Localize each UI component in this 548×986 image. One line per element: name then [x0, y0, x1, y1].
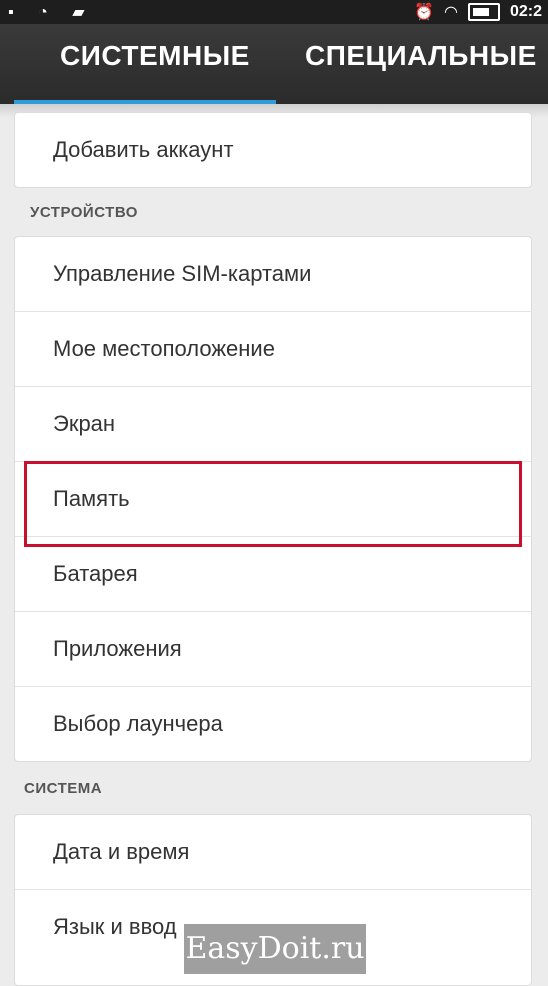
status-bar: ▪ ◔ ▰ ⏰ ◠ 02:2 [0, 0, 548, 24]
list-item-label: Управление SIM-картами [53, 261, 312, 286]
tab-bar: СИСТЕМНЫЕ СПЕЦИАЛЬНЫЕ [0, 24, 548, 104]
sim-management-item[interactable]: Управление SIM-картами [15, 237, 531, 312]
display-item[interactable]: Экран [15, 387, 531, 462]
add-account-label: Добавить аккаунт [53, 137, 234, 162]
storage-item[interactable]: Память [15, 462, 531, 537]
list-item-label: Батарея [53, 561, 138, 586]
status-time: 02:2 [509, 3, 542, 20]
my-location-item[interactable]: Мое местоположение [15, 312, 531, 387]
section-system-title: СИСТЕМА [24, 780, 103, 797]
section-device-title: УСТРОЙСТВО [30, 204, 138, 221]
battery-icon [467, 3, 500, 21]
list-item-label: Выбор лаунчера [53, 711, 223, 736]
list-item-label: Язык и ввод [53, 914, 177, 939]
device-card: Управление SIM-картами Мое местоположени… [14, 236, 532, 762]
add-account-item[interactable]: Добавить аккаунт [15, 113, 531, 187]
wifi-icon: ◠ [444, 4, 458, 21]
tab-system[interactable]: СИСТЕМНЫЕ [60, 40, 250, 72]
list-item-label: Мое местоположение [53, 336, 275, 361]
apps-item[interactable]: Приложения [15, 612, 531, 687]
date-time-item[interactable]: Дата и время [15, 815, 531, 890]
watermark: EasyDoit.ru [184, 924, 366, 974]
list-item-label: Память [53, 486, 130, 511]
launcher-choice-item[interactable]: Выбор лаунчера [15, 687, 531, 761]
list-item-label: Приложения [53, 636, 182, 661]
alarm-icon: ⏰ [414, 4, 434, 21]
tab-special[interactable]: СПЕЦИАЛЬНЫЕ [305, 40, 537, 72]
accounts-card: Добавить аккаунт [14, 112, 532, 188]
notification-icons: ▪ ◔ ▰ [8, 4, 95, 21]
list-item-label: Дата и время [53, 839, 190, 864]
list-item-label: Экран [53, 411, 116, 436]
battery-item[interactable]: Батарея [15, 537, 531, 612]
